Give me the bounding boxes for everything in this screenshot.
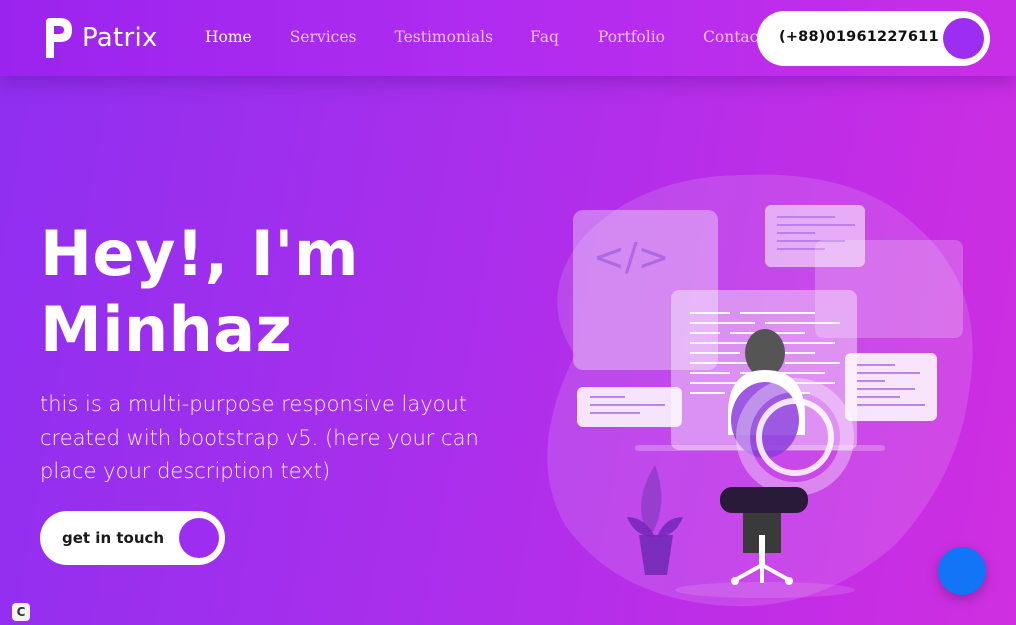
hero-title: Hey!, I'm Minhaz [40,216,480,368]
hero-description-line3: place your description text) [40,459,331,483]
nav-testimonials[interactable]: Testimonials [394,28,493,46]
nav-portfolio[interactable]: Portfolio [598,28,665,46]
nav-services[interactable]: Services [290,28,357,46]
phone-number: (+88)01961227611 [779,29,939,45]
phone-button[interactable]: (+88)01961227611 [757,11,990,66]
main-nav: Home Services Testimonials Faq Portfolio… [205,28,765,46]
hero-title-line1: Hey!, I'm [40,217,359,290]
hero-description-line1: this is a multi-purpose responsive layou… [40,392,468,416]
cta-label: get in touch [62,529,165,547]
nav-home[interactable]: Home [205,28,252,46]
cta-circle-icon [179,518,219,558]
nav-faq[interactable]: Faq [530,28,559,46]
brand-name: Patrix [82,23,158,53]
get-in-touch-button[interactable]: get in touch [40,511,225,565]
hero-title-line2: Minhaz [40,293,293,366]
site-header: Patrix Home Services Testimonials Faq Po… [0,0,1016,76]
developer-at-desk-illustration: </> [515,165,985,615]
hero-description: this is a multi-purpose responsive layou… [40,388,510,489]
corner-badge[interactable]: C [12,603,30,621]
phone-circle-icon [943,18,984,59]
code-symbol: </> [593,235,669,279]
nav-contact[interactable]: Contact [703,28,765,46]
brand-logo[interactable]: Patrix [42,16,158,60]
chat-bubble-icon[interactable] [938,547,986,595]
hero-description-line2: created with bootstrap v5. (here your ca… [40,425,479,450]
letter-p-logo-icon [42,16,74,60]
